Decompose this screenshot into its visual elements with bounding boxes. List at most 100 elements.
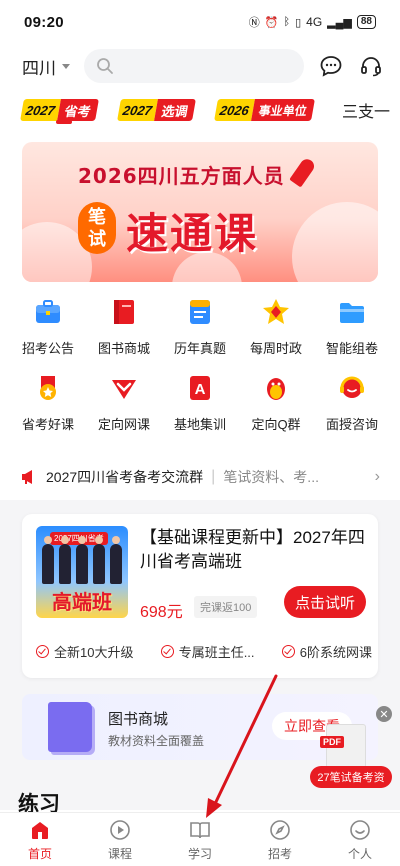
close-icon[interactable]: ✕	[376, 706, 392, 722]
feature-grid: 招考公告 图书商城 历年真题 每周时政 智能组卷 省考好课 定向网课 A 基地集…	[10, 296, 390, 448]
grid-item-announcements[interactable]: 招考公告	[10, 296, 86, 362]
grid-row: 省考好课 定向网课 A 基地集训 定向Q群 面授咨询	[10, 372, 390, 438]
message-button[interactable]	[318, 53, 344, 79]
chat-bubble-icon	[320, 56, 342, 77]
badge-top-char: 笔	[88, 207, 106, 227]
teacher-figures	[42, 536, 122, 588]
notice-separator: |	[211, 468, 216, 485]
grid-item-consultation[interactable]: 面授咨询	[314, 372, 390, 438]
grid-item-past-exams[interactable]: 历年真题	[162, 296, 238, 362]
search-input[interactable]	[120, 58, 290, 74]
nav-recruitment[interactable]: 招考	[240, 813, 320, 866]
heart-shield-icon	[112, 380, 136, 399]
grid-item-base-training[interactable]: A 基地集训	[162, 372, 238, 438]
briefcase-icon	[36, 300, 60, 323]
tab-kind: 选调	[153, 99, 196, 121]
feature-label: 6阶系统网课	[299, 645, 372, 660]
feature-item: 全新10大升级	[36, 642, 133, 661]
promo-banner[interactable]: 2026四川五方面人员 笔 试 速通课	[22, 142, 378, 282]
nav-profile[interactable]: 个人	[320, 813, 400, 866]
grid-label: 定向网课	[97, 417, 150, 432]
smile-icon	[350, 819, 370, 840]
pdf-badge: PDF	[320, 736, 344, 748]
nav-courses[interactable]: 课程	[80, 813, 160, 866]
location-label: 四川	[22, 58, 56, 78]
exam-paper-icon	[190, 300, 210, 324]
grid-label: 每周时政	[249, 341, 302, 356]
course-thumbnail: 2027四川省考 高端班	[36, 526, 128, 618]
trial-button[interactable]: 点击试听	[284, 586, 366, 618]
grid-item-bookstore[interactable]: 图书商城	[86, 296, 162, 362]
check-circle-icon	[281, 645, 295, 658]
tab-more[interactable]: 三支一	[342, 98, 390, 122]
nav-label: 课程	[107, 846, 132, 861]
grid-item-weekly-politics[interactable]: 每周时政	[238, 296, 314, 362]
search-icon	[97, 58, 113, 74]
check-circle-icon	[160, 645, 174, 658]
feature-item: 专属班主任...	[160, 642, 255, 661]
notice-bar[interactable]: 2027四川省考备考交流群 | 笔试资料、考... ›	[20, 462, 380, 492]
status-icons: Ⓝ ⏰ ᛒ ▯ 4G ▂▄▆ 88	[249, 14, 376, 30]
grid-item-smart-paper[interactable]: 智能组卷	[314, 296, 390, 362]
grid-label: 智能组卷	[325, 341, 378, 356]
grid-label: 定向Q群	[251, 417, 301, 432]
refund-tag: 完课返100	[194, 596, 258, 618]
feature-label: 全新10大升级	[54, 645, 134, 660]
support-button[interactable]	[358, 53, 384, 79]
megaphone-icon	[22, 470, 32, 484]
home-icon	[32, 821, 48, 839]
feature-label: 专属班主任...	[178, 645, 255, 660]
pdf-promo-float[interactable]: PDF 27笔试备考资	[310, 724, 392, 788]
nav-label: 个人	[347, 846, 372, 861]
tab-2026-public-institution[interactable]: 2026 事业单位	[213, 99, 315, 121]
tab-kind: 事业单位	[250, 99, 315, 121]
nav-label: 学习	[187, 846, 212, 861]
tab-year: 2027	[20, 99, 61, 121]
store-desc: 教材资料全面覆盖	[108, 734, 205, 748]
book-icon	[114, 300, 134, 324]
course-features: 全新10大升级 专属班主任... 6阶系统网课	[36, 642, 372, 661]
play-circle-icon	[110, 819, 130, 840]
alarm-icon: ⏰	[264, 16, 279, 29]
course-card[interactable]: 2027四川省考 高端班 【基础课程更新中】2027年四川省考高端班 698元 …	[22, 514, 378, 678]
course-price: 698元	[140, 604, 183, 621]
folder-icon	[340, 303, 364, 323]
grid-label: 基地集训	[173, 417, 226, 432]
nav-home[interactable]: 首页	[0, 813, 80, 866]
grid-item-provincial-courses[interactable]: 省考好课	[10, 372, 86, 438]
notice-desc: 笔试资料、考...	[223, 469, 319, 485]
grid-item-q-group[interactable]: 定向Q群	[238, 372, 314, 438]
banner-title: 速通课	[126, 209, 259, 258]
status-time: 09:20	[24, 13, 64, 31]
headphones-icon	[361, 57, 381, 77]
course-title: 【基础课程更新中】2027年四川省考高端班	[140, 528, 365, 571]
nav-study[interactable]: 学习	[160, 813, 240, 866]
search-bar[interactable]	[84, 49, 304, 83]
grid-label: 面授咨询	[325, 417, 378, 432]
book-icon	[48, 702, 92, 752]
penguin-icon	[267, 378, 285, 400]
location-selector[interactable]: 四川	[22, 54, 70, 79]
bottom-nav: 首页 课程 学习 招考 个人	[0, 812, 400, 866]
grid-label: 历年真题	[173, 341, 226, 356]
star-badge-icon	[263, 299, 289, 324]
grid-label: 省考好课	[21, 417, 74, 432]
thumbnail-title: 高端班	[52, 590, 112, 614]
banner-subtitle: 2026四川五方面人员	[78, 164, 285, 188]
headset-icon	[340, 376, 364, 398]
tab-2027-provincial[interactable]: 2027 省考	[20, 99, 99, 121]
feature-item: 6阶系统网课	[281, 642, 372, 661]
tab-2027-selection[interactable]: 2027 选调	[116, 99, 196, 121]
network-label: 4G	[306, 15, 323, 29]
nfc-icon: Ⓝ	[248, 17, 260, 29]
caret-down-icon	[62, 63, 70, 69]
app-header: 四川	[0, 46, 400, 86]
grid-row: 招考公告 图书商城 历年真题 每周时政 智能组卷	[10, 296, 390, 362]
badge-bottom-char: 试	[88, 229, 106, 249]
active-tab-indicator	[56, 120, 72, 124]
notice-title: 2027四川省考备考交流群	[46, 469, 204, 485]
tab-year: 2027	[116, 99, 158, 121]
grid-item-directed-courses[interactable]: 定向网课	[86, 372, 162, 438]
nav-label: 首页	[27, 846, 52, 861]
compass-icon	[270, 819, 290, 840]
